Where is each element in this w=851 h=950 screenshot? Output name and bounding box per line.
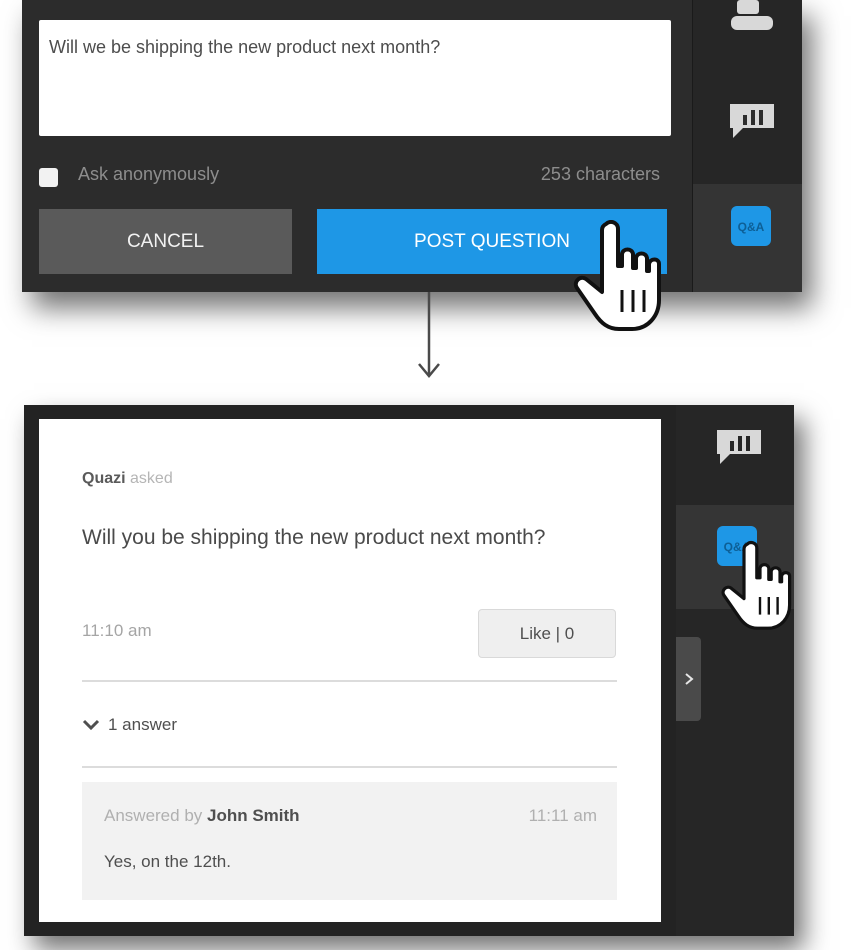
character-count: 253 characters [540, 164, 660, 184]
hand-pointer-icon [573, 220, 661, 331]
qa-icon[interactable]: Q&A [728, 203, 774, 249]
question-timestamp: 11:10 am [82, 621, 152, 640]
question-thread-panel: Quazi asked Will you be shipping the new… [24, 405, 794, 936]
chat-bubble-icon[interactable] [727, 100, 777, 146]
like-button[interactable]: Like | 0 [478, 609, 616, 658]
answer-text: Yes, on the 12th. [104, 852, 231, 871]
hand-pointer-icon [721, 540, 792, 630]
answer-meta: Answered by John Smith [104, 806, 300, 826]
arrow-down-icon [418, 292, 440, 378]
svg-text:Q&A: Q&A [738, 220, 765, 234]
answer-item: Answered by John Smith 11:11 am Yes, on … [82, 782, 617, 900]
question-meta: Quazi asked [82, 470, 173, 488]
answerer-name[interactable]: John Smith [207, 806, 300, 825]
divider [82, 766, 617, 768]
question-card: Quazi asked Will you be shipping the new… [39, 419, 661, 922]
collapse-panel-button[interactable] [676, 637, 701, 721]
anonymous-checkbox[interactable] [39, 168, 58, 187]
cancel-button[interactable]: CANCEL [39, 209, 292, 274]
asker-verb: asked [130, 470, 173, 487]
asker-name[interactable]: Quazi [82, 470, 126, 487]
divider [82, 680, 617, 682]
answer-timestamp: 11:11 am [528, 806, 597, 825]
chevron-down-icon [82, 719, 100, 731]
answered-by-label: Answered by [104, 806, 203, 825]
person-icon[interactable] [727, 0, 777, 34]
chat-bubble-icon[interactable] [714, 426, 764, 472]
compose-question-panel: Will we be shipping the new product next… [22, 0, 802, 292]
answers-count: 1 answer [108, 715, 177, 734]
question-text: Will you be shipping the new product nex… [82, 526, 546, 549]
anonymous-label: Ask anonymously [78, 164, 220, 184]
chevron-right-icon [684, 673, 694, 685]
question-input[interactable]: Will we be shipping the new product next… [39, 20, 671, 136]
answers-toggle[interactable]: 1 answer [82, 715, 177, 735]
